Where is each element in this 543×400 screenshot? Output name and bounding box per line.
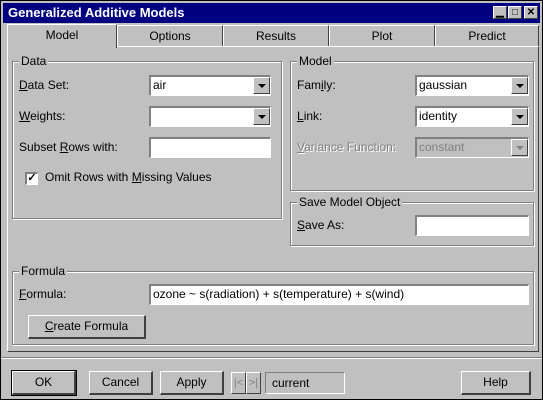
minimize-icon[interactable]: ▁ (493, 6, 507, 19)
dataset-dropdown[interactable]: air (149, 75, 271, 96)
variance-dropdown: constant (415, 137, 529, 158)
gam-dialog-window: Generalized Additive Models ▁ □ ✕ Model … (0, 0, 543, 400)
omit-missing-label: Omit Rows with Missing Values (45, 170, 212, 184)
omit-missing-checkbox[interactable]: ✓ (25, 172, 38, 185)
save-model-group: Save Model Object Save As: (290, 195, 534, 246)
dataset-label: Data Set: (19, 78, 70, 92)
create-formula-button[interactable]: Create Formula (28, 315, 146, 339)
weights-label: Weights: (19, 109, 66, 123)
tab-plot[interactable]: Plot (329, 25, 435, 47)
tab-model[interactable]: Model (7, 24, 117, 48)
formula-group-legend: Formula (19, 264, 68, 278)
weights-dropdown[interactable] (149, 106, 271, 127)
formula-label: Formula: (19, 287, 67, 301)
tab-options[interactable]: Options (117, 25, 223, 47)
save-model-group-legend: Save Model Object (297, 195, 403, 209)
save-as-label: Save As: (297, 218, 345, 232)
family-label: Family: (297, 78, 336, 92)
variance-chevron-down-icon (511, 139, 528, 156)
variance-label: Variance Function: (297, 140, 397, 154)
data-group-legend: Data (19, 54, 49, 68)
family-value: gaussian (419, 78, 468, 92)
data-group: Data Data Set: air Weights: Subset Rows … (12, 54, 282, 219)
formula-input[interactable]: ozone ~ s(radiation) + s(temperature) + … (149, 284, 529, 305)
apply-button[interactable]: Apply (160, 371, 224, 395)
formula-value: ozone ~ s(radiation) + s(temperature) + … (153, 287, 405, 301)
cancel-button[interactable]: Cancel (89, 371, 153, 395)
model-group: Model Family: gaussian Link: identity Va… (290, 54, 534, 191)
family-chevron-down-icon[interactable] (511, 77, 528, 94)
tab-predict[interactable]: Predict (435, 25, 539, 47)
link-chevron-down-icon[interactable] (511, 108, 528, 125)
next-result-icon[interactable]: >| (246, 372, 261, 394)
maximize-icon[interactable]: □ (508, 6, 522, 19)
model-group-legend: Model (297, 54, 334, 68)
save-as-input[interactable] (415, 215, 529, 236)
dataset-value: air (153, 78, 167, 92)
footer-separator (1, 357, 542, 359)
formula-group: Formula Formula: ozone ~ s(radiation) + … (12, 264, 534, 345)
link-dropdown[interactable]: identity (415, 106, 529, 127)
family-dropdown[interactable]: gaussian (415, 75, 529, 96)
link-value: identity (419, 109, 458, 123)
tab-strip: Model Options Results Plot Predict (7, 24, 539, 48)
previous-result-icon[interactable]: |< (231, 372, 246, 394)
ok-button[interactable]: OK (11, 370, 77, 396)
weights-chevron-down-icon[interactable] (253, 108, 270, 125)
tab-results[interactable]: Results (223, 25, 329, 47)
title-bar[interactable]: Generalized Additive Models ▁ □ ✕ (3, 3, 540, 23)
close-icon[interactable]: ✕ (524, 6, 538, 19)
link-label: Link: (297, 109, 323, 123)
model-tab-panel: Data Data Set: air Weights: Subset Rows … (7, 46, 539, 352)
dataset-chevron-down-icon[interactable] (253, 77, 270, 94)
window-title: Generalized Additive Models (8, 5, 185, 20)
subset-label: Subset Rows with: (19, 140, 118, 154)
help-button[interactable]: Help (461, 371, 531, 395)
variance-value: constant (419, 140, 465, 154)
current-result-indicator: current (265, 372, 345, 394)
subset-input[interactable] (149, 137, 271, 158)
